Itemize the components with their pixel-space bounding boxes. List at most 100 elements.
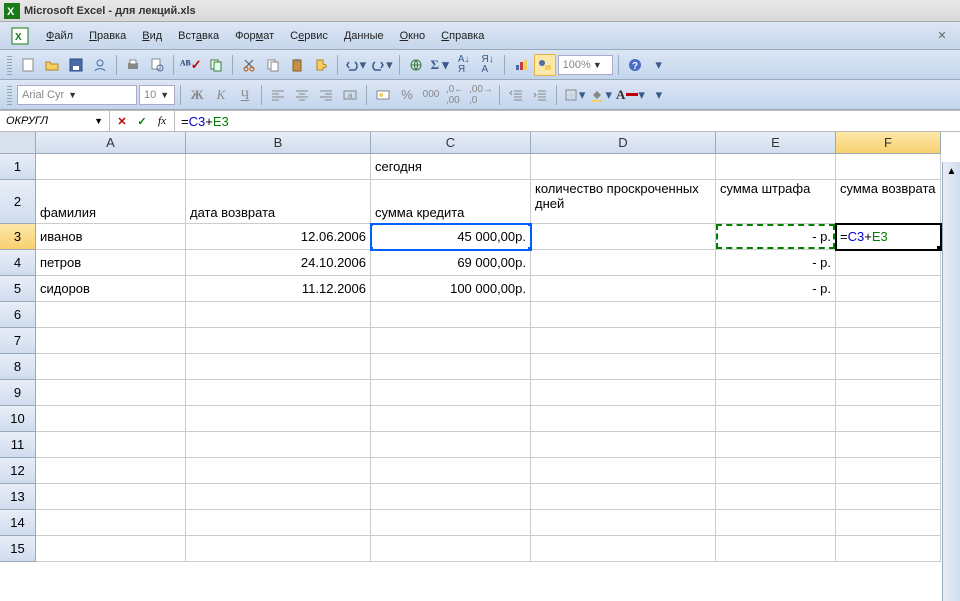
chart-wizard-icon[interactable]: [510, 54, 532, 76]
cell[interactable]: [36, 432, 186, 458]
name-box[interactable]: ОКРУГЛ ▼: [0, 111, 110, 131]
cell-F4[interactable]: [836, 250, 941, 276]
select-all-corner[interactable]: [0, 132, 36, 154]
menu-window[interactable]: Окно: [392, 27, 434, 45]
cancel-formula-icon[interactable]: ✕: [114, 115, 130, 128]
cell[interactable]: [371, 380, 531, 406]
redo-icon[interactable]: ▾: [369, 54, 394, 76]
menu-edit[interactable]: Правка: [81, 27, 134, 45]
font-size-combo[interactable]: 10▼: [139, 85, 175, 105]
toolbar-options-icon[interactable]: ▾: [648, 54, 670, 76]
col-header-B[interactable]: B: [186, 132, 371, 154]
cell[interactable]: [531, 328, 716, 354]
autosum-icon[interactable]: Σ ▾: [429, 54, 451, 76]
cell-A3[interactable]: иванов: [36, 224, 186, 250]
cell-E5[interactable]: - р.: [716, 276, 836, 302]
align-right-icon[interactable]: [315, 84, 337, 106]
cell[interactable]: [36, 354, 186, 380]
cell[interactable]: [186, 406, 371, 432]
copy-icon[interactable]: [262, 54, 284, 76]
cell[interactable]: [716, 406, 836, 432]
bold-icon[interactable]: Ж: [186, 84, 208, 106]
col-header-D[interactable]: D: [531, 132, 716, 154]
align-center-icon[interactable]: [291, 84, 313, 106]
comma-style-icon[interactable]: 000: [420, 84, 442, 106]
row-header-13[interactable]: 13: [0, 484, 36, 510]
toolbar-grip[interactable]: [7, 55, 12, 75]
formula-input[interactable]: =C3+E3: [175, 111, 960, 131]
cell-A5[interactable]: сидоров: [36, 276, 186, 302]
decrease-indent-icon[interactable]: [505, 84, 527, 106]
row-header-14[interactable]: 14: [0, 510, 36, 536]
cell[interactable]: [531, 432, 716, 458]
cell-E1[interactable]: [716, 154, 836, 180]
row-header-6[interactable]: 6: [0, 302, 36, 328]
accept-formula-icon[interactable]: ✓: [134, 115, 150, 128]
cell[interactable]: [531, 380, 716, 406]
format-painter-icon[interactable]: [310, 54, 332, 76]
cell[interactable]: [186, 458, 371, 484]
cell-B4[interactable]: 24.10.2006: [186, 250, 371, 276]
cell-C3[interactable]: 45 000,00р.: [371, 224, 531, 250]
cell[interactable]: [186, 432, 371, 458]
cell[interactable]: [836, 536, 941, 562]
row-header-4[interactable]: 4: [0, 250, 36, 276]
cell-E2[interactable]: сумма штрафа: [716, 180, 836, 224]
cell-F3-active[interactable]: =C3+E3: [836, 224, 941, 250]
row-header-3[interactable]: 3: [0, 224, 36, 250]
vertical-scrollbar[interactable]: ▲: [942, 162, 960, 601]
permissions-icon[interactable]: [89, 54, 111, 76]
font-color-icon[interactable]: А▾: [615, 84, 646, 106]
fill-color-icon[interactable]: ▾: [588, 84, 613, 106]
cell[interactable]: [531, 536, 716, 562]
cell-A1[interactable]: [36, 154, 186, 180]
cell-C2[interactable]: сумма кредита: [371, 180, 531, 224]
cell[interactable]: [36, 458, 186, 484]
cell[interactable]: [716, 432, 836, 458]
row-header-9[interactable]: 9: [0, 380, 36, 406]
cell[interactable]: [836, 432, 941, 458]
cell-E4[interactable]: - р.: [716, 250, 836, 276]
cell[interactable]: [716, 354, 836, 380]
cell[interactable]: [531, 458, 716, 484]
align-left-icon[interactable]: [267, 84, 289, 106]
cell[interactable]: [371, 302, 531, 328]
cell[interactable]: [716, 510, 836, 536]
menu-view[interactable]: Вид: [134, 27, 170, 45]
cell[interactable]: [186, 302, 371, 328]
cell-F2[interactable]: сумма возврата: [836, 180, 941, 224]
paste-icon[interactable]: [286, 54, 308, 76]
cell[interactable]: [836, 406, 941, 432]
cell[interactable]: [36, 536, 186, 562]
row-header-11[interactable]: 11: [0, 432, 36, 458]
cell[interactable]: [531, 302, 716, 328]
cell-E3[interactable]: - р.: [716, 224, 836, 250]
cell-B3[interactable]: 12.06.2006: [186, 224, 371, 250]
cell[interactable]: [371, 458, 531, 484]
cell-C5[interactable]: 100 000,00р.: [371, 276, 531, 302]
print-preview-icon[interactable]: [146, 54, 168, 76]
cell[interactable]: [531, 484, 716, 510]
cell-D2[interactable]: количество проскроченных дней: [531, 180, 716, 224]
open-icon[interactable]: [41, 54, 63, 76]
new-icon[interactable]: [17, 54, 39, 76]
cell[interactable]: [36, 484, 186, 510]
italic-icon[interactable]: К: [210, 84, 232, 106]
col-header-E[interactable]: E: [716, 132, 836, 154]
cell-B5[interactable]: 11.12.2006: [186, 276, 371, 302]
drawing-toolbar-icon[interactable]: [534, 54, 556, 76]
sort-desc-icon[interactable]: Я↓А: [477, 54, 499, 76]
col-header-A[interactable]: A: [36, 132, 186, 154]
save-icon[interactable]: [65, 54, 87, 76]
cells-area[interactable]: сегодня фамилия дата возврата сумма кред…: [36, 154, 941, 562]
decrease-decimal-icon[interactable]: ,00→,0: [468, 84, 494, 106]
cell-A4[interactable]: петров: [36, 250, 186, 276]
hyperlink-icon[interactable]: [405, 54, 427, 76]
cell[interactable]: [836, 458, 941, 484]
col-header-F[interactable]: F: [836, 132, 941, 154]
cell[interactable]: [716, 302, 836, 328]
percent-icon[interactable]: %: [396, 84, 418, 106]
cell-B2[interactable]: дата возврата: [186, 180, 371, 224]
cell[interactable]: [531, 406, 716, 432]
help-icon[interactable]: ?: [624, 54, 646, 76]
